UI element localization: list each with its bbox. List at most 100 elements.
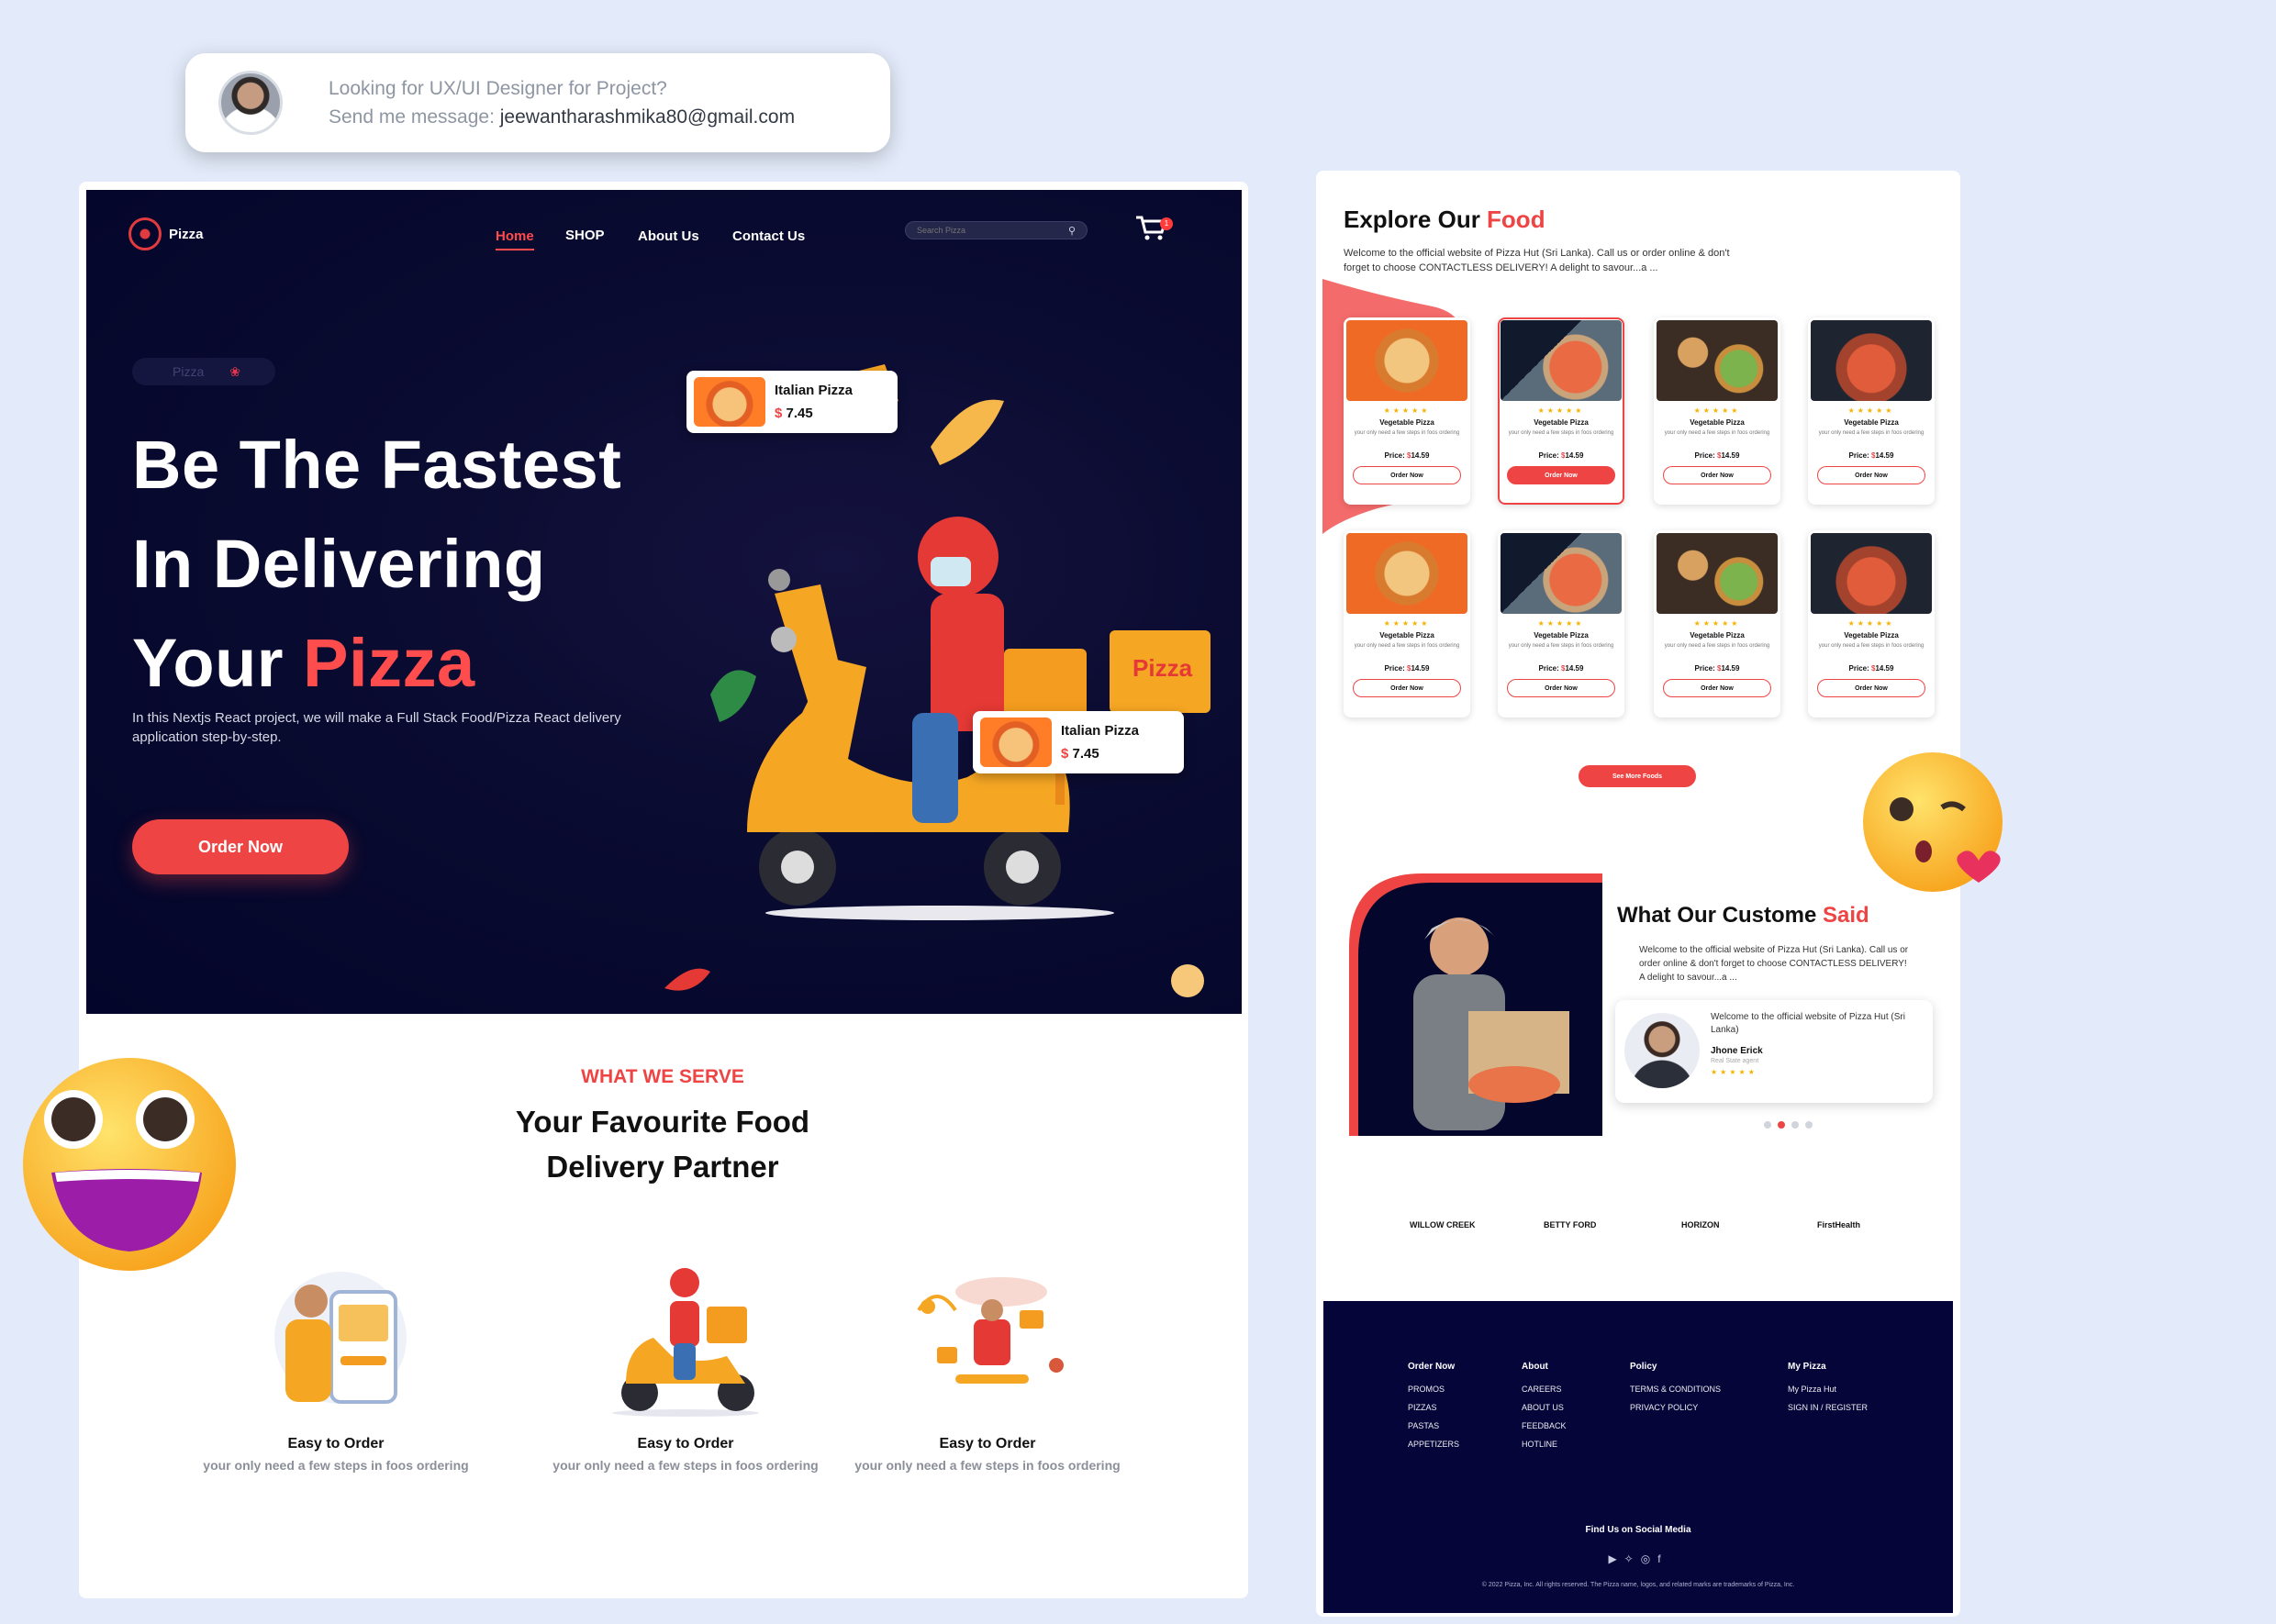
hero-title-line-3: Your Pizza (132, 614, 621, 713)
pizza-logo-icon[interactable] (128, 217, 162, 250)
contact-line-1: Looking for UX/UI Designer for Project? (329, 78, 667, 99)
italian-pizza-card-2[interactable]: Italian Pizza $ 7.45 (973, 711, 1184, 773)
price-label: Price: (1694, 664, 1717, 673)
pizza-price: $ 7.45 (775, 406, 853, 421)
price-value: 14.59 (1565, 664, 1584, 673)
partner-logo-3: HORIZON (1681, 1220, 1720, 1229)
explore-title-prefix: Explore Our (1344, 206, 1488, 233)
svg-text:Pizza: Pizza (1132, 654, 1193, 682)
carousel-dot[interactable] (1778, 1121, 1785, 1129)
footer-link[interactable]: SIGN IN / REGISTER (1788, 1403, 1868, 1412)
youtube-icon[interactable]: ▶ (1608, 1552, 1623, 1565)
logo-text[interactable]: Pizza (169, 227, 204, 242)
hero-title-prefix: Your (132, 625, 304, 701)
food-card[interactable]: ★★★★★ Vegetable Pizza your only need a few… (1808, 317, 1935, 505)
footer-col-order-now: Order Now PROMOS PIZZAS PASTAS APPETIZER… (1408, 1362, 1459, 1458)
carousel-dot[interactable] (1805, 1121, 1813, 1129)
instagram-icon[interactable]: ◎ (1641, 1552, 1657, 1565)
food-card[interactable]: ★★★★★ Vegetable Pizza your only need a few… (1808, 530, 1935, 717)
cart-count-badge: 1 (1160, 217, 1173, 230)
food-card[interactable]: ★★★★★ Vegetable Pizza your only need a few… (1654, 530, 1780, 717)
carousel-dot[interactable] (1764, 1121, 1771, 1129)
nav-home[interactable]: Home (496, 228, 534, 250)
food-title: Vegetable Pizza (1844, 418, 1899, 427)
food-card[interactable]: ★★★★★ Vegetable Pizza your only need a few… (1654, 317, 1780, 505)
food-desc: your only need a few steps in foos order… (1664, 643, 1770, 649)
see-more-foods-button[interactable]: See More Foods (1579, 765, 1696, 787)
food-image (1346, 320, 1467, 401)
search-input[interactable] (905, 221, 1088, 239)
facebook-icon[interactable]: f (1657, 1552, 1668, 1565)
footer-col-about: About CAREERS ABOUT US FEEDBACK HOTLINE (1522, 1362, 1567, 1458)
footer-col-policy: Policy TERMS & CONDITIONS PRIVACY POLICY (1630, 1362, 1721, 1421)
order-now-button[interactable]: Order Now (1353, 466, 1461, 484)
food-card[interactable]: ★★★★★ Vegetable Pizza your only need a few… (1344, 530, 1470, 717)
food-price: Price: $14.59 (1344, 664, 1470, 673)
rating-stars: ★★★★★ (1693, 619, 1741, 628)
order-now-button[interactable]: Order Now (132, 819, 349, 874)
order-now-button[interactable]: Order Now (1353, 679, 1461, 697)
order-now-button[interactable]: Order Now (1507, 466, 1615, 484)
testimonial-title-accent: Said (1823, 903, 1869, 928)
order-now-button[interactable]: Order Now (1817, 466, 1925, 484)
order-now-button[interactable]: Order Now (1507, 679, 1615, 697)
footer: Order Now PROMOS PIZZAS PASTAS APPETIZER… (1323, 1301, 1953, 1613)
food-card[interactable]: ★★★★★ Vegetable Pizza your only need a few… (1344, 317, 1470, 505)
footer-link[interactable]: ABOUT US (1522, 1403, 1567, 1412)
footer-link[interactable]: APPETIZERS (1408, 1440, 1459, 1449)
twitter-icon[interactable]: ✧ (1624, 1552, 1641, 1565)
rating-stars: ★★★★★ (1847, 619, 1895, 628)
food-desc: your only need a few steps in foos order… (1818, 430, 1925, 436)
food-price: Price: $14.59 (1808, 451, 1935, 460)
carousel-dot[interactable] (1791, 1121, 1799, 1129)
price-value: 14.59 (1565, 451, 1584, 460)
food-card[interactable]: ★★★★★ Vegetable Pizza your only need a few… (1498, 530, 1624, 717)
order-now-button[interactable]: Order Now (1663, 466, 1771, 484)
footer-link[interactable]: FEEDBACK (1522, 1421, 1567, 1430)
explore-subtitle: Welcome to the official website of Pizza… (1344, 248, 1730, 273)
social-heading: Find Us on Social Media (1585, 1525, 1691, 1535)
feature-title: Easy to Order (939, 1436, 1036, 1452)
testimonial-text: Welcome to the official website of Pizza… (1639, 945, 1909, 983)
footer-link[interactable]: PASTAS (1408, 1421, 1459, 1430)
food-image (1501, 320, 1622, 401)
footer-link[interactable]: My Pizza Hut (1788, 1385, 1868, 1394)
search-icon[interactable]: ⚲ (1068, 225, 1076, 237)
review-text: Welcome to the official website of Pizza… (1711, 1012, 1905, 1035)
footer-link[interactable]: PRIVACY POLICY (1630, 1403, 1721, 1412)
feature-desc: your only need a few steps in foos order… (552, 1458, 819, 1473)
footer-link[interactable]: PIZZAS (1408, 1403, 1459, 1412)
price-label: Price: (1848, 451, 1871, 460)
food-title: Vegetable Pizza (1379, 418, 1434, 427)
price-label: Price: (1848, 664, 1871, 673)
food-price: Price: $14.59 (1498, 664, 1624, 673)
food-title: Vegetable Pizza (1844, 631, 1899, 640)
order-now-button[interactable]: Order Now (1663, 679, 1771, 697)
food-title: Vegetable Pizza (1690, 631, 1745, 640)
food-image (1811, 320, 1932, 401)
grinning-emoji-icon (23, 1058, 236, 1271)
food-image (1501, 533, 1622, 614)
footer-link[interactable]: CAREERS (1522, 1385, 1567, 1394)
nav-about-us[interactable]: About Us (638, 228, 699, 244)
hero-subtitle: In this Nextjs React project, we will ma… (132, 710, 621, 745)
order-now-button[interactable]: Order Now (1817, 679, 1925, 697)
italian-pizza-card-1[interactable]: Italian Pizza $ 7.45 (686, 371, 898, 433)
price-label: Price: (1384, 451, 1407, 460)
food-price: Price: $14.59 (1808, 664, 1935, 673)
footer-link[interactable]: PROMOS (1408, 1385, 1459, 1394)
contact-email[interactable]: jeewantharashmika80@gmail.com (500, 106, 795, 128)
footer-link[interactable]: TERMS & CONDITIONS (1630, 1385, 1721, 1394)
contact-card: Looking for UX/UI Designer for Project? … (185, 53, 890, 152)
food-price: Price: $14.59 (1498, 451, 1624, 460)
phone-order-illustration (274, 1272, 407, 1404)
testimonial-title-prefix: What Our Custome (1617, 903, 1824, 928)
nav-shop[interactable]: SHOP (565, 228, 605, 243)
footer-link[interactable]: HOTLINE (1522, 1440, 1567, 1449)
price-value: 14.59 (1721, 451, 1740, 460)
kiss-emoji-icon (1863, 752, 2003, 892)
food-card[interactable]: ★★★★★ Vegetable Pizza your only need a few… (1498, 317, 1624, 505)
rating-stars: ★★★★★ (1537, 619, 1585, 628)
nav-contact-us[interactable]: Contact Us (732, 228, 805, 244)
price-label: Price: (1538, 664, 1561, 673)
